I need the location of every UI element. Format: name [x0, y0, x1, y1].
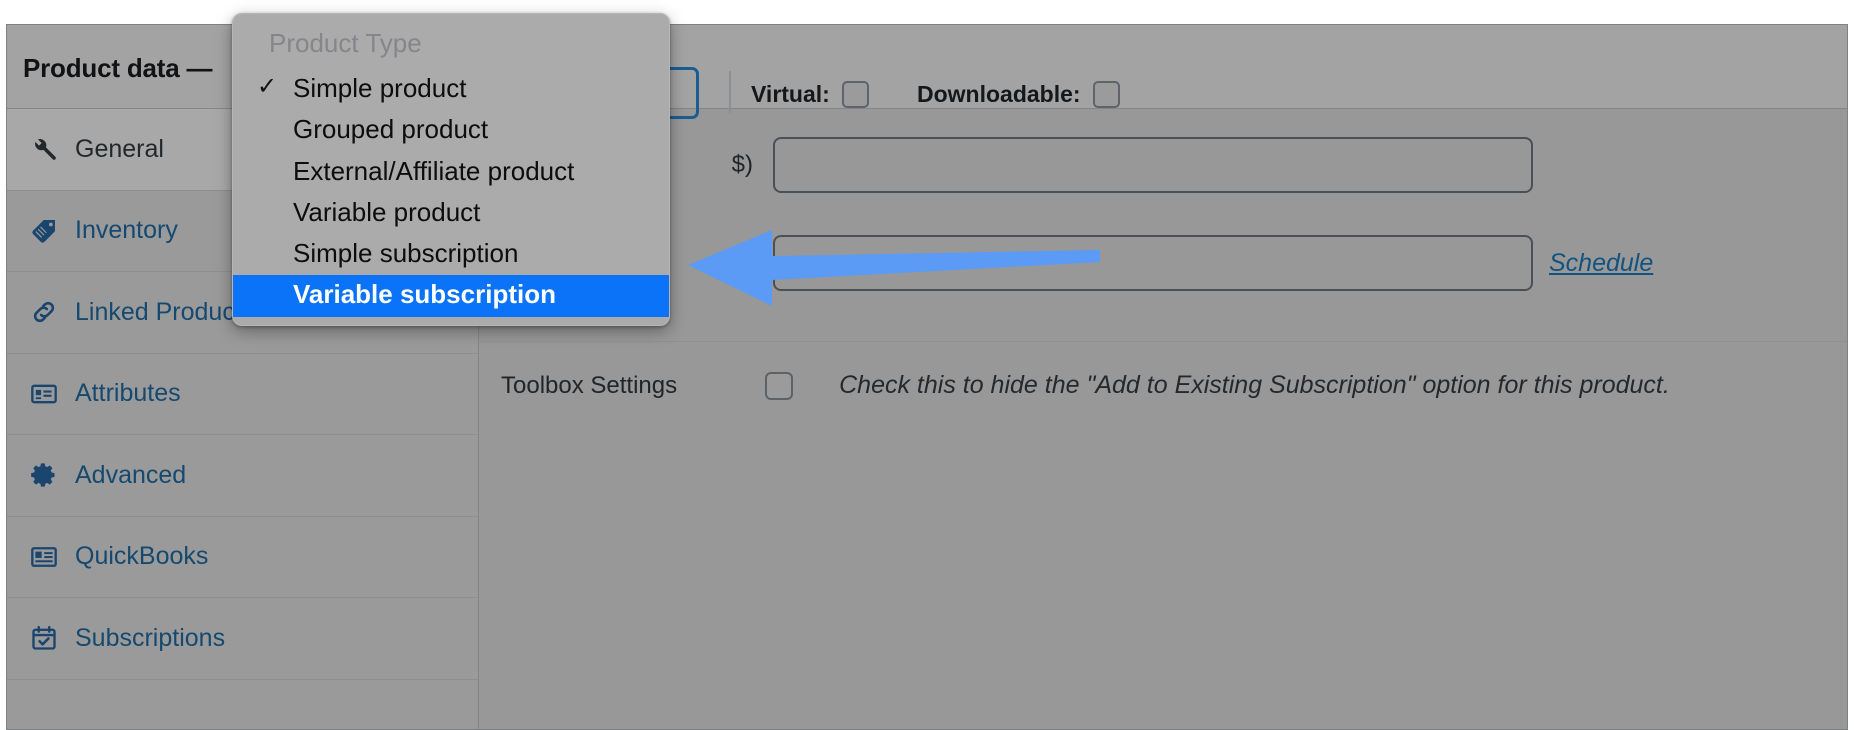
sidebar-item-advanced[interactable]: Advanced: [7, 435, 478, 517]
virtual-label: Virtual:: [751, 81, 830, 107]
calendar-check-icon: [29, 623, 59, 653]
downloadable-checkbox-group[interactable]: Downloadable:: [917, 81, 1120, 108]
dropdown-option-variable-subscription[interactable]: Variable subscription: [233, 275, 669, 317]
toolbox-settings-label: Toolbox Settings: [501, 371, 678, 399]
dropdown-option-label: Variable product: [293, 196, 481, 227]
dropdown-option-simple-subscription[interactable]: Simple subscription: [233, 234, 669, 275]
sidebar-item-attributes[interactable]: Attributes: [7, 354, 478, 435]
sidebar-item-quickbooks[interactable]: QuickBooks: [7, 517, 478, 598]
tag-icon: [29, 216, 59, 246]
pricing-field-group: $) Schedule: [479, 109, 1847, 342]
toolbox-settings-checkbox[interactable]: [765, 371, 794, 400]
sale-price-input[interactable]: [773, 235, 1533, 291]
toolbox-settings-description: Check this to hide the "Add to Existing …: [839, 371, 1670, 399]
list-card-icon: [29, 379, 59, 409]
sale-price-row: Schedule: [501, 235, 1847, 291]
sidebar-item-subscriptions[interactable]: Subscriptions: [7, 598, 478, 680]
dropdown-option-external-affiliate-product[interactable]: External/Affiliate product: [233, 152, 669, 193]
dropdown-option-simple-product[interactable]: ✓ Simple product: [233, 69, 669, 110]
dropdown-option-variable-product[interactable]: Variable product: [233, 193, 669, 234]
sidebar-item-label: Subscriptions: [75, 623, 226, 652]
id-card-icon: [29, 542, 59, 572]
screenshot-root: Product data — Virtual: Downloadable: Ge…: [0, 0, 1854, 730]
sidebar-item-label: QuickBooks: [75, 542, 209, 571]
virtual-checkbox-group[interactable]: Virtual:: [751, 81, 869, 108]
sidebar-item-label: Inventory: [75, 216, 178, 245]
dropdown-option-grouped-product[interactable]: Grouped product: [233, 110, 669, 151]
dropdown-option-label: Variable subscription: [293, 279, 556, 310]
sidebar-item-label: Attributes: [75, 379, 181, 408]
header-divider: [729, 71, 731, 113]
wrench-icon: [29, 134, 59, 164]
checkmark-icon: ✓: [257, 73, 278, 100]
virtual-checkbox[interactable]: [841, 81, 869, 108]
downloadable-checkbox[interactable]: [1092, 81, 1120, 108]
toolbox-settings-row: Toolbox Settings Check this to hide the …: [501, 371, 1847, 400]
sidebar-item-label: Linked Products: [75, 297, 255, 326]
dropdown-option-label: External/Affiliate product: [293, 155, 575, 186]
dropdown-heading: Product Type: [269, 28, 422, 58]
schedule-link[interactable]: Schedule: [1549, 249, 1653, 278]
dropdown-option-label: Simple subscription: [293, 238, 519, 269]
dropdown-option-label: Simple product: [293, 73, 467, 103]
dropdown-option-label: Grouped product: [293, 114, 489, 145]
sidebar-item-label: General: [75, 134, 164, 163]
product-type-dropdown[interactable]: Product Type ✓ Simple product Grouped prod…: [232, 13, 670, 326]
regular-price-input[interactable]: [773, 137, 1533, 193]
link-icon: [29, 297, 59, 327]
product-data-content: $) Schedule Toolbox Settings Check this …: [479, 109, 1847, 729]
gear-icon: [29, 460, 59, 490]
page-title: Product data —: [23, 53, 213, 83]
sidebar-item-label: Advanced: [75, 460, 187, 489]
regular-price-row: $): [501, 137, 1847, 193]
downloadable-label: Downloadable:: [917, 81, 1081, 107]
